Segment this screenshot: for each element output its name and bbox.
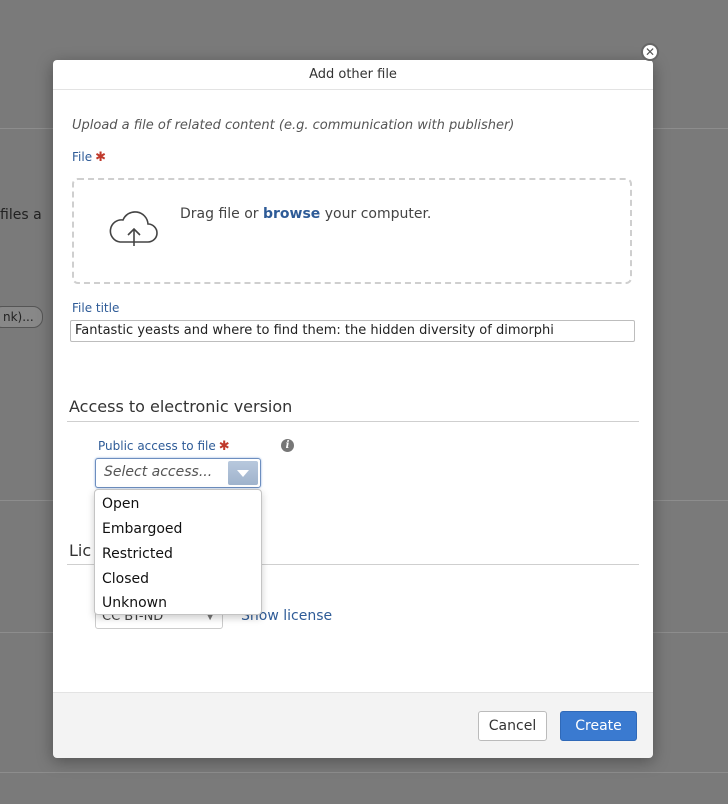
upload-intro-text: Upload a file of related content (e.g. c…	[72, 118, 515, 133]
create-button[interactable]: Create	[560, 711, 637, 741]
cloud-upload-icon	[108, 208, 160, 252]
required-asterisk-icon: ✱	[95, 150, 106, 165]
background-divider	[0, 772, 728, 773]
option-restricted[interactable]: Restricted	[102, 546, 173, 562]
dropzone-text-suffix: your computer.	[320, 206, 432, 222]
chevron-down-icon[interactable]	[228, 461, 258, 485]
option-closed[interactable]: Closed	[102, 571, 149, 587]
required-asterisk-icon: ✱	[218, 439, 230, 454]
public-access-select[interactable]: Select access...	[95, 458, 261, 488]
info-icon[interactable]: i	[281, 439, 294, 452]
option-open[interactable]: Open	[102, 496, 139, 512]
file-title-input[interactable]: Fantastic yeasts and where to find them:…	[70, 320, 635, 342]
access-options-dropdown: Open Embargoed Restricted Closed Unknown	[94, 489, 262, 615]
background-pill-button: nk)...	[0, 306, 43, 328]
option-unknown[interactable]: Unknown	[102, 595, 167, 611]
file-label-text: File	[72, 150, 93, 164]
public-access-label: Public access to file ✱	[98, 439, 230, 454]
background-heading-fragment: files a	[0, 207, 42, 223]
file-dropzone[interactable]: Drag file or browse your computer.	[72, 178, 632, 284]
file-title-label: File title	[72, 301, 120, 315]
access-section-title: Access to electronic version	[69, 397, 293, 416]
browse-link[interactable]: browse	[263, 206, 320, 222]
section-divider	[67, 421, 639, 422]
public-access-label-text: Public access to file	[98, 439, 216, 453]
option-embargoed[interactable]: Embargoed	[102, 521, 182, 537]
dropzone-text-prefix: Drag file or	[180, 206, 263, 222]
dialog-title: Add other file	[53, 60, 653, 90]
add-other-file-dialog: Add other file Upload a file of related …	[53, 60, 653, 758]
select-placeholder: Select access...	[104, 464, 213, 480]
close-icon[interactable]: ✕	[641, 43, 659, 61]
cancel-button[interactable]: Cancel	[478, 711, 547, 741]
dialog-footer: Cancel Create	[53, 692, 653, 758]
dropzone-text: Drag file or browse your computer.	[180, 206, 431, 222]
file-label: File ✱	[72, 150, 106, 165]
license-section-title: Lic	[69, 541, 92, 560]
